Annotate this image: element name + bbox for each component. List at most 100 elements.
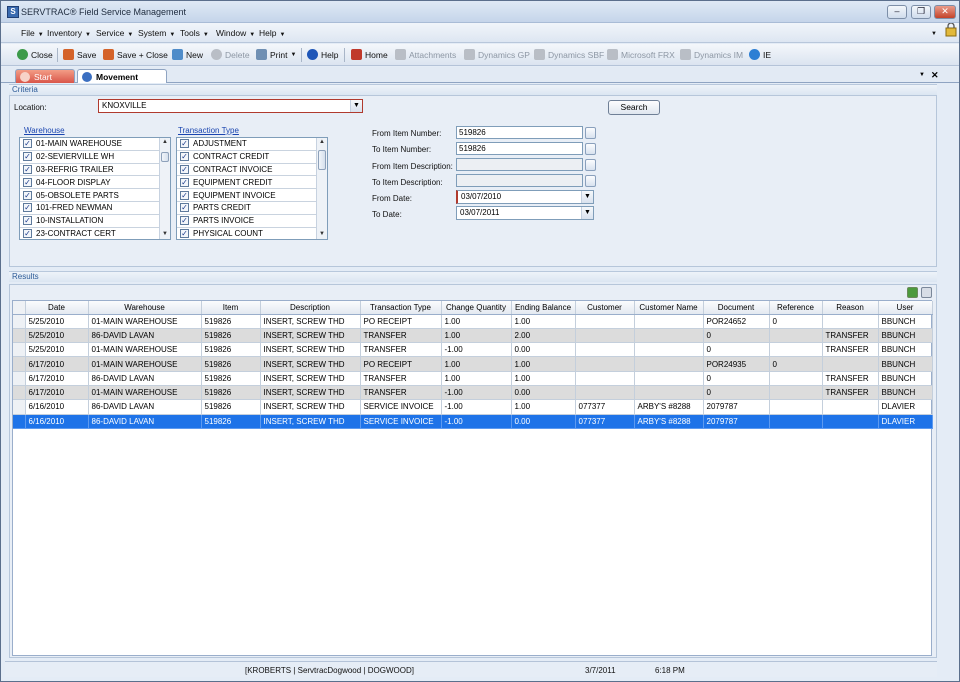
table-row[interactable]: 6/16/2010 86-DAVID LAVAN 519826 INSERT, SCR… <box>13 414 933 429</box>
column-header[interactable]: Change Quantity <box>441 301 512 315</box>
column-header[interactable]: User <box>878 301 933 315</box>
list-item[interactable]: ✓ 101-FRED NEWMAN <box>20 202 170 215</box>
row-header[interactable] <box>13 342 26 358</box>
restore-button[interactable]: ❐ <box>911 5 931 19</box>
menu-file[interactable]: File ▼ <box>21 28 44 38</box>
row-header[interactable] <box>13 414 26 429</box>
list-item[interactable]: ✓ 23-CONTRACT CERT <box>20 228 170 239</box>
table-cell[interactable]: 6/16/2010 <box>25 399 89 415</box>
table-cell[interactable]: 519826 <box>201 385 261 401</box>
list-item[interactable]: ✓ EQUIPMENT CREDIT <box>177 176 327 190</box>
table-cell[interactable] <box>575 342 635 358</box>
column-header[interactable]: Document <box>703 301 770 315</box>
table-row[interactable]: 6/17/2010 86-DAVID LAVAN 519826 INSERT, SCR… <box>13 371 933 386</box>
lookup-icon[interactable] <box>585 127 596 139</box>
table-cell[interactable]: SERVICE INVOICE <box>360 399 442 415</box>
table-cell[interactable]: BBUNCH <box>878 385 933 401</box>
table-cell[interactable]: 0.00 <box>511 385 576 401</box>
row-header[interactable] <box>13 399 26 415</box>
table-cell[interactable] <box>634 371 704 386</box>
tab-start-page[interactable]: Start Page <box>15 69 75 92</box>
table-row[interactable]: 5/25/2010 86-DAVID LAVAN 519826 INSERT, SCR… <box>13 328 933 344</box>
menu-tools[interactable]: Tools ▼ <box>180 28 209 38</box>
checkbox[interactable]: ✓ <box>180 190 189 200</box>
table-cell[interactable]: INSERT, SCREW THD <box>260 371 361 386</box>
table-cell[interactable]: 0 <box>769 314 823 329</box>
table-cell[interactable] <box>634 385 704 401</box>
table-cell[interactable]: 0 <box>769 356 823 372</box>
table-cell[interactable]: POR24652 <box>703 314 770 329</box>
close-button[interactable]: Close <box>17 49 53 60</box>
chevron-down-icon[interactable]: ▼ <box>350 100 362 112</box>
checkbox[interactable]: ✓ <box>180 152 189 162</box>
save-button[interactable]: Save <box>63 49 96 60</box>
table-cell[interactable]: 1.00 <box>511 314 576 329</box>
close-window-button[interactable]: ✕ <box>934 5 956 19</box>
print-button[interactable]: Print ▼ <box>256 49 296 60</box>
table-cell[interactable]: 1.00 <box>441 356 512 372</box>
transaction-type-link[interactable]: Transaction Type <box>178 126 239 135</box>
table-cell[interactable] <box>634 356 704 372</box>
table-cell[interactable]: INSERT, SCREW THD <box>260 342 361 358</box>
table-cell[interactable] <box>822 356 879 372</box>
table-cell[interactable] <box>822 399 879 415</box>
list-item[interactable]: ✓ 05-OBSOLETE PARTS <box>20 189 170 202</box>
table-cell[interactable]: BBUNCH <box>878 342 933 358</box>
table-cell[interactable]: 5/25/2010 <box>25 328 89 344</box>
table-cell[interactable]: 86-DAVID LAVAN <box>88 414 202 429</box>
to-item-number-field[interactable]: 519826 <box>456 142 583 155</box>
table-cell[interactable]: TRANSFER <box>360 385 442 401</box>
table-cell[interactable]: 1.00 <box>441 314 512 329</box>
list-item[interactable]: ✓ 01-MAIN WAREHOUSE <box>20 138 170 151</box>
table-cell[interactable]: 519826 <box>201 356 261 372</box>
checkbox[interactable]: ✓ <box>23 164 32 174</box>
table-cell[interactable]: 519826 <box>201 414 261 429</box>
table-cell[interactable]: TRANSFER <box>360 328 442 344</box>
table-cell[interactable]: 0 <box>703 342 770 358</box>
checkbox[interactable]: ✓ <box>180 203 189 213</box>
table-cell[interactable]: BBUNCH <box>878 314 933 329</box>
table-cell[interactable]: 6/17/2010 <box>25 385 89 401</box>
table-cell[interactable]: 5/25/2010 <box>25 342 89 358</box>
table-row[interactable]: 5/25/2010 01-MAIN WAREHOUSE 519826 INSERT, … <box>13 342 933 358</box>
dynamics-sbf-button[interactable]: Dynamics SBF <box>534 49 604 60</box>
list-item[interactable]: ✓ CONTRACT INVOICE <box>177 164 327 177</box>
table-cell[interactable]: 86-DAVID LAVAN <box>88 371 202 386</box>
table-cell[interactable]: INSERT, SCREW THD <box>260 414 361 429</box>
column-header[interactable]: Customer Name <box>634 301 704 315</box>
dynamics-im-button[interactable]: Dynamics IM <box>680 49 743 60</box>
table-cell[interactable]: 0 <box>703 371 770 386</box>
table-cell[interactable]: 6/17/2010 <box>25 356 89 372</box>
row-header[interactable] <box>13 314 26 329</box>
column-header[interactable]: Ending Balance <box>511 301 576 315</box>
table-cell[interactable]: BBUNCH <box>878 328 933 344</box>
checkbox[interactable]: ✓ <box>180 139 189 149</box>
scroll-up-icon[interactable]: ▲ <box>160 138 170 147</box>
table-cell[interactable] <box>769 371 823 386</box>
print-grid-icon[interactable] <box>921 287 932 298</box>
menu-system[interactable]: System ▼ <box>138 28 175 38</box>
table-cell[interactable]: PO RECEIPT <box>360 356 442 372</box>
attachments-button[interactable]: Attachments <box>395 49 456 60</box>
tab-close-icon[interactable]: ✕ <box>931 70 939 81</box>
microsoft-frx-button[interactable]: Microsoft FRX <box>607 49 675 60</box>
table-cell[interactable]: -1.00 <box>441 342 512 358</box>
menu-window[interactable]: Window ▼ <box>216 28 255 38</box>
save-close-button[interactable]: Save + Close <box>103 49 168 60</box>
table-cell[interactable]: POR24935 <box>703 356 770 372</box>
checkbox[interactable]: ✓ <box>23 139 32 149</box>
column-header[interactable]: Transaction Type <box>360 301 442 315</box>
search-button[interactable]: Search <box>608 100 660 115</box>
scroll-thumb[interactable] <box>161 152 169 162</box>
transaction-type-list[interactable]: ✓ ADJUSTMENT ✓ CONTRACT CREDIT ✓ CONTRACT I… <box>176 137 328 240</box>
lookup-icon[interactable] <box>585 159 596 171</box>
table-cell[interactable]: BBUNCH <box>878 371 933 386</box>
list-item[interactable]: ✓ PARTS INVOICE <box>177 215 327 228</box>
table-cell[interactable]: TRANSFER <box>822 385 879 401</box>
transaction-type-scrollbar[interactable]: ▲ ▼ <box>316 138 327 239</box>
list-item[interactable]: ✓ ADJUSTMENT <box>177 138 327 151</box>
table-cell[interactable]: INSERT, SCREW THD <box>260 399 361 415</box>
menu-inventory[interactable]: Inventory ▼ <box>47 28 91 38</box>
scroll-thumb[interactable] <box>318 150 326 170</box>
table-cell[interactable]: SERVICE INVOICE <box>360 414 442 429</box>
